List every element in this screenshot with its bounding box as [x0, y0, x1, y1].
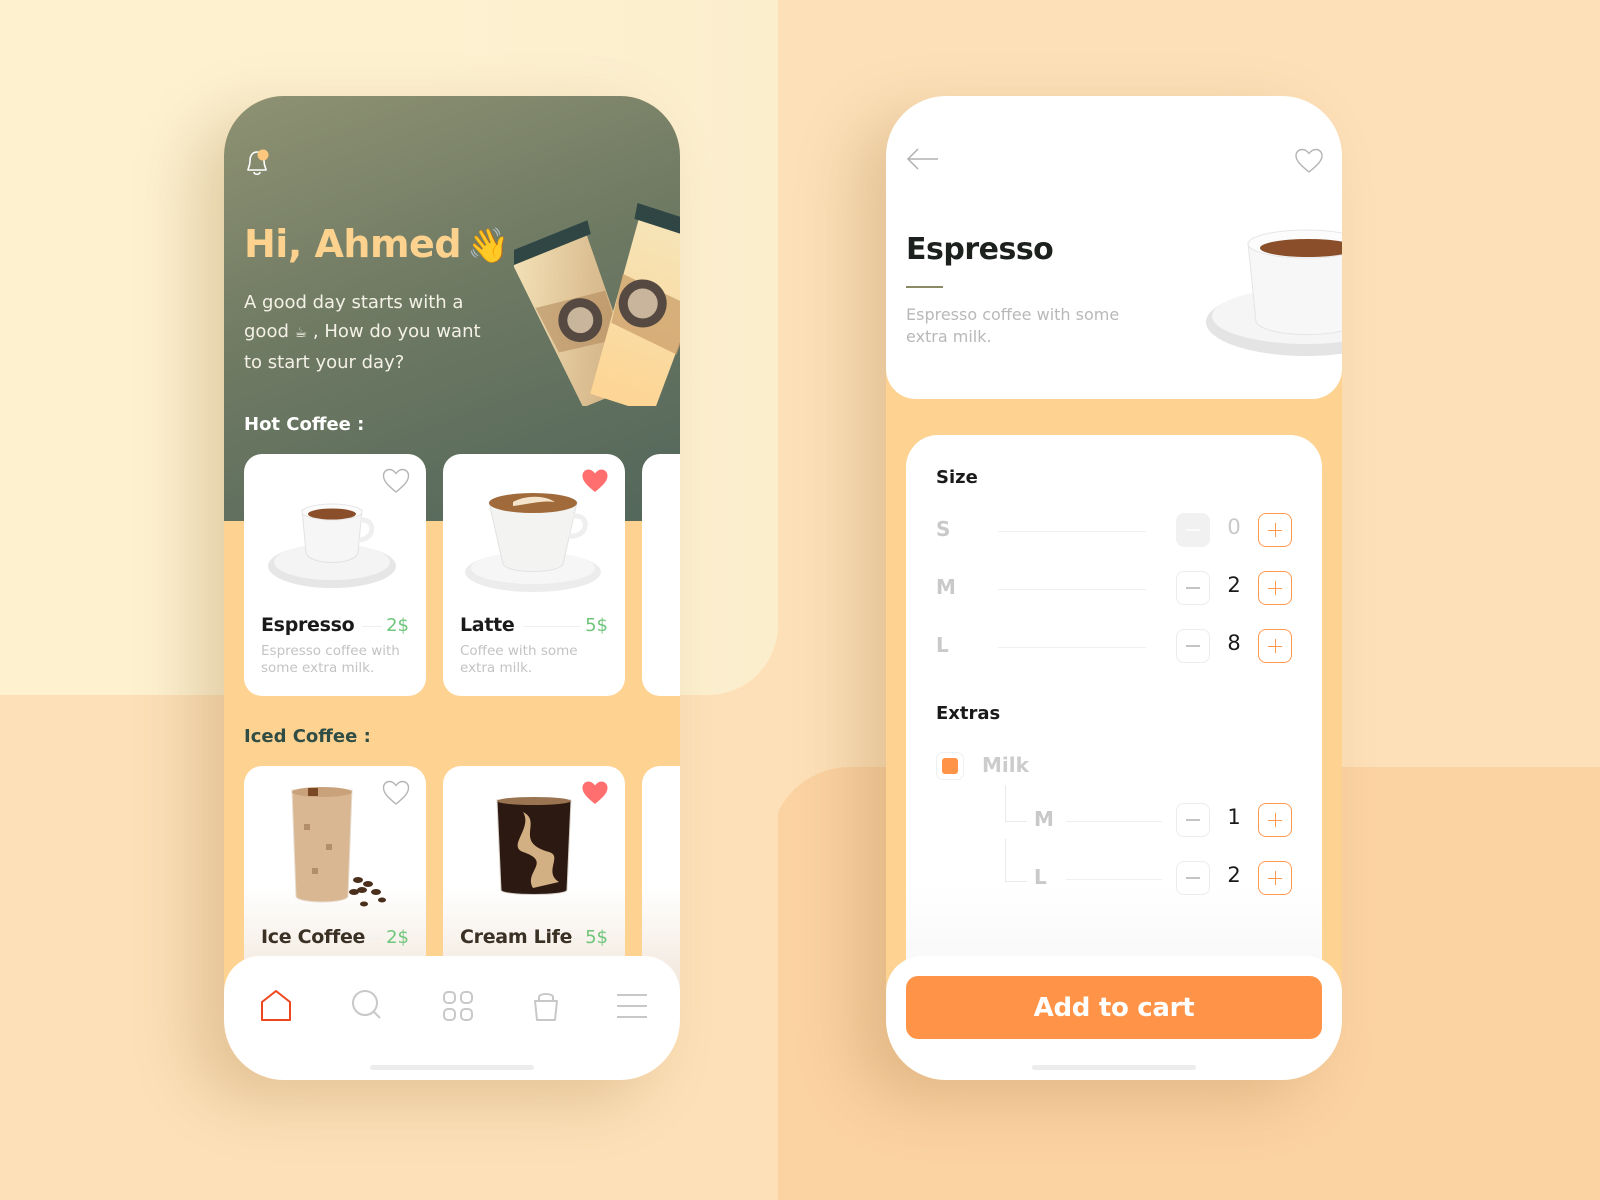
milk-size-row-m: M 1	[936, 803, 1296, 839]
product-price: 5$	[585, 927, 608, 948]
notification-badge	[257, 149, 269, 161]
product-description: Espresso coffee with some extra milk.	[906, 305, 1120, 346]
options-panel: Size S 0 M 2 L 8 Extras Milk M 1 L 2	[906, 435, 1322, 1035]
bag-icon[interactable]	[528, 988, 564, 1024]
tagline: A good day starts with a good ☕ , How do…	[244, 288, 494, 377]
cart-footer: Add to cart	[886, 956, 1342, 1080]
extras-heading: Extras	[936, 703, 1001, 724]
menu-icon[interactable]	[614, 988, 650, 1024]
size-label: M	[936, 575, 956, 599]
product-detail-screen: Espresso Espresso coffee with some extra…	[886, 96, 1342, 1080]
product-description: Espresso coffee with some extra milk.	[261, 643, 400, 676]
divider	[1066, 879, 1162, 880]
divider	[998, 531, 1146, 532]
quantity-value: 2	[1227, 573, 1241, 597]
wave-emoji: 👋	[467, 226, 509, 266]
bell-icon[interactable]	[242, 146, 272, 180]
divider	[571, 938, 579, 939]
product-name: Espresso	[261, 614, 355, 636]
size-label: S	[936, 517, 951, 541]
cream-coffee-image	[496, 797, 572, 895]
increment-button[interactable]	[1258, 571, 1292, 605]
title-underline	[906, 286, 943, 288]
divider	[370, 938, 380, 939]
coffee-emoji: ☕	[294, 325, 308, 341]
product-header: Espresso Espresso coffee with some extra…	[886, 96, 1342, 399]
greeting: Hi, Ahmed 👋	[244, 222, 509, 266]
product-title: Espresso	[906, 232, 1054, 267]
hot-coffee-heading: Hot Coffee :	[244, 414, 365, 435]
increment-button[interactable]	[1258, 513, 1292, 547]
home-screen: Hi, Ahmed 👋 A good day starts with a good…	[224, 96, 680, 1080]
size-row-s: S 0	[936, 513, 1296, 549]
milk-size-row-l: L 2	[936, 861, 1296, 897]
espresso-cup-image	[1206, 229, 1342, 356]
product-name: Ice Coffee	[261, 926, 366, 948]
greeting-text: Hi, Ahmed	[244, 222, 462, 266]
product-name: Cream Life	[460, 926, 573, 948]
product-price: 2$	[386, 615, 409, 636]
iced-coffee-heading: Iced Coffee :	[244, 726, 371, 747]
grid-icon[interactable]	[440, 988, 476, 1024]
decrement-button[interactable]	[1176, 861, 1210, 895]
heart-outline-icon[interactable]	[1294, 148, 1324, 174]
back-arrow-icon[interactable]	[906, 148, 940, 170]
product-name: Latte	[460, 614, 515, 636]
search-icon[interactable]	[350, 988, 386, 1024]
decrement-button[interactable]	[1176, 629, 1210, 663]
divider	[362, 626, 382, 627]
divider	[523, 626, 581, 627]
size-label: M	[1034, 807, 1054, 831]
quantity-value: 2	[1227, 863, 1241, 887]
increment-button[interactable]	[1258, 803, 1292, 837]
add-to-cart-button[interactable]: Add to cart	[906, 976, 1322, 1039]
decrement-button[interactable]	[1176, 571, 1210, 605]
milk-label: Milk	[982, 753, 1029, 777]
size-row-l: L 8	[936, 629, 1296, 665]
divider	[998, 647, 1146, 648]
divider	[1066, 821, 1162, 822]
home-icon[interactable]	[258, 988, 294, 1024]
bottom-tab-bar	[224, 956, 680, 1080]
milk-checkbox[interactable]	[936, 752, 964, 780]
checkbox-checked-mark	[942, 758, 958, 774]
divider	[998, 589, 1146, 590]
quantity-value: 0	[1227, 515, 1241, 539]
latte-cup-image	[465, 493, 601, 592]
coffee-cups-illustration	[514, 202, 680, 406]
decrement-button[interactable]	[1176, 803, 1210, 837]
size-row-m: M 2	[936, 571, 1296, 607]
espresso-cup-image	[268, 503, 396, 588]
iced-coffee-image	[291, 787, 386, 907]
product-card-espresso[interactable]: Espresso 2$ Espresso coffee with some ex…	[244, 454, 426, 696]
home-indicator	[370, 1065, 534, 1070]
increment-button[interactable]	[1258, 629, 1292, 663]
quantity-value: 8	[1227, 631, 1241, 655]
increment-button[interactable]	[1258, 861, 1292, 895]
decrement-button[interactable]	[1176, 513, 1210, 547]
product-card-latte[interactable]: Latte 5$ Coffee with some extra milk.	[443, 454, 625, 696]
product-price: 5$	[585, 615, 608, 636]
product-card-peek[interactable]	[642, 454, 680, 696]
product-description: Coffee with some extra milk.	[460, 643, 578, 676]
quantity-value: 1	[1227, 805, 1241, 829]
size-label: L	[1034, 865, 1047, 889]
size-heading: Size	[936, 467, 978, 488]
home-indicator	[1032, 1065, 1196, 1070]
size-label: L	[936, 633, 949, 657]
product-price: 2$	[386, 927, 409, 948]
